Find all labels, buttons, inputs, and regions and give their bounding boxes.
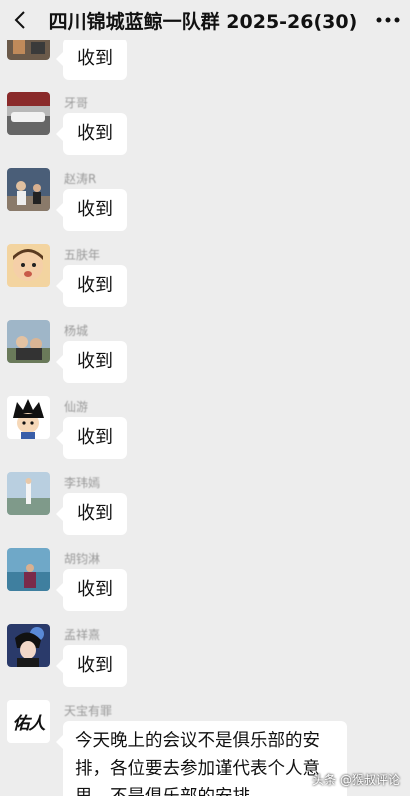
message-bubble[interactable]: 收到 (56, 265, 127, 307)
sender-name: 李玮嫣 (64, 476, 101, 490)
message-bubble[interactable]: 收到 (56, 38, 127, 80)
avatar-calligraphy: 佑人 (12, 714, 46, 734)
message-bubble[interactable]: 收到 (56, 417, 127, 459)
message-bubble[interactable]: 收到 (56, 341, 127, 383)
avatar[interactable]: 佑人 (7, 700, 50, 743)
sender-name: 五肤年 (64, 248, 101, 262)
sender-name: 孟祥熹 (64, 628, 101, 642)
avatar[interactable] (7, 168, 50, 211)
message-bubble[interactable]: 收到 (56, 189, 127, 231)
avatar[interactable] (7, 472, 50, 515)
sender-name: 天宝有罪 (64, 704, 113, 718)
page-title: 四川锦城蓝鲸一队群 2025-26(30) (48, 10, 358, 33)
avatar[interactable] (7, 548, 50, 591)
sender-name: 杨城 (64, 324, 89, 338)
message-bubble[interactable]: 收到 (56, 645, 127, 687)
sender-name: 仙游 (64, 400, 89, 414)
avatar[interactable] (7, 320, 50, 363)
chat-header: 四川锦城蓝鲸一队群 2025-26(30) (0, 0, 410, 40)
avatar[interactable] (7, 92, 50, 135)
avatar[interactable] (7, 396, 50, 439)
back-arrow-icon[interactable] (0, 0, 40, 40)
message-bubble[interactable]: 今天晚上的会议不是俱乐部的安排，各位要去参加谨代表个人意思，不是俱乐部的安排。 (56, 721, 347, 796)
sender-name: 牙哥 (64, 96, 89, 110)
sender-name: 胡钧淋 (64, 552, 101, 566)
more-dots-icon[interactable] (366, 0, 410, 40)
message-bubble[interactable]: 收到 (56, 113, 127, 155)
chat-message-list[interactable]: 收到 牙哥 收到 赵涛R 收到 五肤年 收到 杨城 收到 仙游 收到 李玮嫣 收… (0, 0, 410, 796)
sender-name: 赵涛R (64, 172, 97, 186)
watermark: 头条 @猴叔评论 (312, 773, 400, 787)
message-bubble[interactable]: 收到 (56, 493, 127, 535)
avatar[interactable] (7, 244, 50, 287)
avatar[interactable] (7, 624, 50, 667)
message-bubble[interactable]: 收到 (56, 569, 127, 611)
